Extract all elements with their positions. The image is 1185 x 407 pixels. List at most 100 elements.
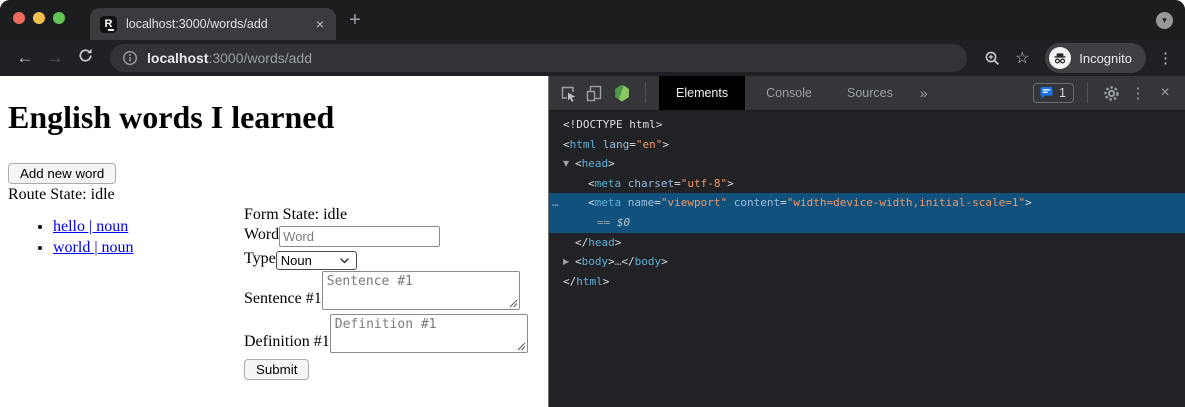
code-token-dollar: $0 bbox=[617, 216, 630, 229]
code-token-plain: > bbox=[615, 236, 622, 249]
browser-menu-kebab-icon[interactable]: ⋮ bbox=[1158, 49, 1173, 67]
browser-tab[interactable]: R localhost:3000/words/add × bbox=[90, 8, 336, 40]
code-token-tag: body bbox=[582, 255, 609, 268]
code-token-plain: > bbox=[661, 255, 668, 268]
new-tab-button[interactable]: + bbox=[344, 9, 366, 32]
device-toolbar-icon[interactable] bbox=[585, 84, 605, 102]
settings-gear-icon[interactable] bbox=[1101, 85, 1121, 102]
browser-window: R localhost:3000/words/add × + ▾ ← → loc… bbox=[0, 0, 1185, 407]
code-token-tag: head bbox=[582, 157, 609, 170]
code-line[interactable]: == $0 bbox=[549, 213, 1185, 233]
code-token-val: "viewport" bbox=[661, 196, 727, 209]
code-token-plain: < bbox=[588, 196, 595, 209]
extension-hexagon-icon[interactable] bbox=[612, 85, 632, 102]
word-input[interactable] bbox=[279, 226, 440, 247]
tab-sources[interactable]: Sources bbox=[833, 76, 907, 110]
sentence-textarea[interactable] bbox=[322, 271, 520, 310]
code-token-plain: > bbox=[603, 275, 610, 288]
forward-icon: → bbox=[42, 48, 68, 68]
address-bar[interactable]: localhost:3000/words/add bbox=[110, 44, 967, 72]
code-token-plain: < bbox=[588, 177, 595, 190]
code-token-tag: html bbox=[570, 138, 597, 151]
code-token-val: "width=device-width,initial-scale=1" bbox=[787, 196, 1025, 209]
zoom-in-icon[interactable] bbox=[979, 50, 1005, 67]
code-token-tag: meta bbox=[595, 196, 622, 209]
close-window-button[interactable] bbox=[13, 12, 25, 24]
code-line[interactable]: <html lang="en"> bbox=[549, 135, 1185, 155]
definition-textarea[interactable] bbox=[330, 314, 528, 353]
code-token-plain bbox=[621, 196, 628, 209]
resize-grip-icon[interactable] bbox=[509, 299, 518, 308]
back-icon[interactable]: ← bbox=[12, 48, 38, 68]
devtools-panel: Elements Console Sources » 1 ⋮ × <!DOCTY… bbox=[548, 76, 1185, 407]
code-token-plain: > bbox=[662, 138, 669, 151]
code-token-val: "utf-8" bbox=[681, 177, 727, 190]
select-chevron-icon bbox=[340, 258, 349, 264]
url-path: :3000/words/add bbox=[208, 50, 312, 66]
reload-icon[interactable] bbox=[72, 47, 98, 69]
type-select-value: Noun bbox=[281, 253, 312, 268]
chevron-down-icon[interactable]: ▾ bbox=[1156, 12, 1173, 29]
page-title: English words I learned bbox=[8, 100, 334, 134]
word-field-row: Word bbox=[244, 226, 528, 247]
code-token-plain: <!DOCTYPE html> bbox=[563, 118, 662, 131]
submit-button[interactable]: Submit bbox=[244, 359, 309, 380]
code-line[interactable]: <meta charset="utf-8"> bbox=[549, 174, 1185, 194]
traffic-lights bbox=[13, 12, 65, 24]
code-line[interactable]: ▼<head> bbox=[549, 154, 1185, 174]
incognito-icon bbox=[1049, 47, 1071, 69]
code-line[interactable]: …<meta name="viewport" content="width=de… bbox=[549, 193, 1185, 213]
tab-console[interactable]: Console bbox=[752, 76, 826, 110]
form-state-text: Form State: idle bbox=[244, 204, 528, 225]
code-token-val: "en" bbox=[636, 138, 663, 151]
code-token-attr: name bbox=[628, 196, 655, 209]
devtools-toolbar: Elements Console Sources » 1 ⋮ × bbox=[549, 76, 1185, 111]
word-link-hello[interactable]: hello | noun bbox=[53, 218, 128, 235]
code-line[interactable]: ▶<body>…</body> bbox=[549, 252, 1185, 272]
toolbar-separator bbox=[1087, 83, 1088, 103]
fullscreen-window-button[interactable] bbox=[53, 12, 65, 24]
code-token-plain: < bbox=[575, 255, 582, 268]
toolbar-separator bbox=[645, 83, 646, 103]
issues-badge[interactable]: 1 bbox=[1033, 83, 1074, 103]
code-line[interactable]: </head> bbox=[549, 233, 1185, 253]
info-icon[interactable] bbox=[122, 50, 138, 66]
type-select[interactable]: Noun bbox=[276, 251, 357, 270]
code-token-tag: head bbox=[588, 236, 615, 249]
add-new-word-button[interactable]: Add new word bbox=[8, 163, 116, 184]
tab-elements[interactable]: Elements bbox=[659, 76, 745, 110]
code-line[interactable]: </html> bbox=[549, 272, 1185, 292]
code-token-plain: = bbox=[780, 196, 787, 209]
code-token-plain: > bbox=[608, 255, 615, 268]
code-token-plain: </ bbox=[575, 236, 588, 249]
devtools-menu-kebab-icon[interactable]: ⋮ bbox=[1128, 84, 1148, 102]
tab-close-icon[interactable]: × bbox=[314, 17, 326, 31]
code-line[interactable]: <!DOCTYPE html> bbox=[549, 115, 1185, 135]
code-token-attr: content bbox=[734, 196, 780, 209]
resize-grip-icon[interactable] bbox=[517, 342, 526, 351]
code-token-plain: > bbox=[608, 157, 615, 170]
code-token-tag: html bbox=[576, 275, 603, 288]
code-token-tag: meta bbox=[595, 177, 622, 190]
more-tabs-icon[interactable]: » bbox=[914, 85, 934, 101]
devtools-close-icon[interactable]: × bbox=[1155, 84, 1175, 102]
issues-bubble-icon bbox=[1039, 86, 1054, 100]
code-token-plain: </ bbox=[621, 255, 634, 268]
minimize-window-button[interactable] bbox=[33, 12, 45, 24]
definition-label: Definition #1 bbox=[244, 333, 330, 351]
web-page: English words I learned Add new word Rou… bbox=[0, 76, 548, 407]
code-token-plain: < bbox=[563, 138, 570, 151]
code-token-plain bbox=[727, 196, 734, 209]
word-link-world[interactable]: world | noun bbox=[53, 239, 134, 256]
expand-arrow-closed-icon[interactable]: ▶ bbox=[563, 252, 575, 272]
code-token-plain: </ bbox=[563, 275, 576, 288]
node-options-ellipsis-icon[interactable]: … bbox=[552, 193, 558, 213]
expand-arrow-open-icon[interactable]: ▼ bbox=[563, 154, 575, 174]
bookmark-star-icon[interactable]: ☆ bbox=[1009, 48, 1035, 68]
code-token-attr: charset bbox=[628, 177, 674, 190]
sentence-label: Sentence #1 bbox=[244, 290, 322, 308]
inspect-element-icon[interactable] bbox=[558, 84, 578, 102]
code-token-plain: = bbox=[654, 196, 661, 209]
list-item: hello | noun bbox=[53, 216, 134, 237]
add-word-form: Form State: idle Word Type Noun Sentence… bbox=[244, 204, 528, 380]
